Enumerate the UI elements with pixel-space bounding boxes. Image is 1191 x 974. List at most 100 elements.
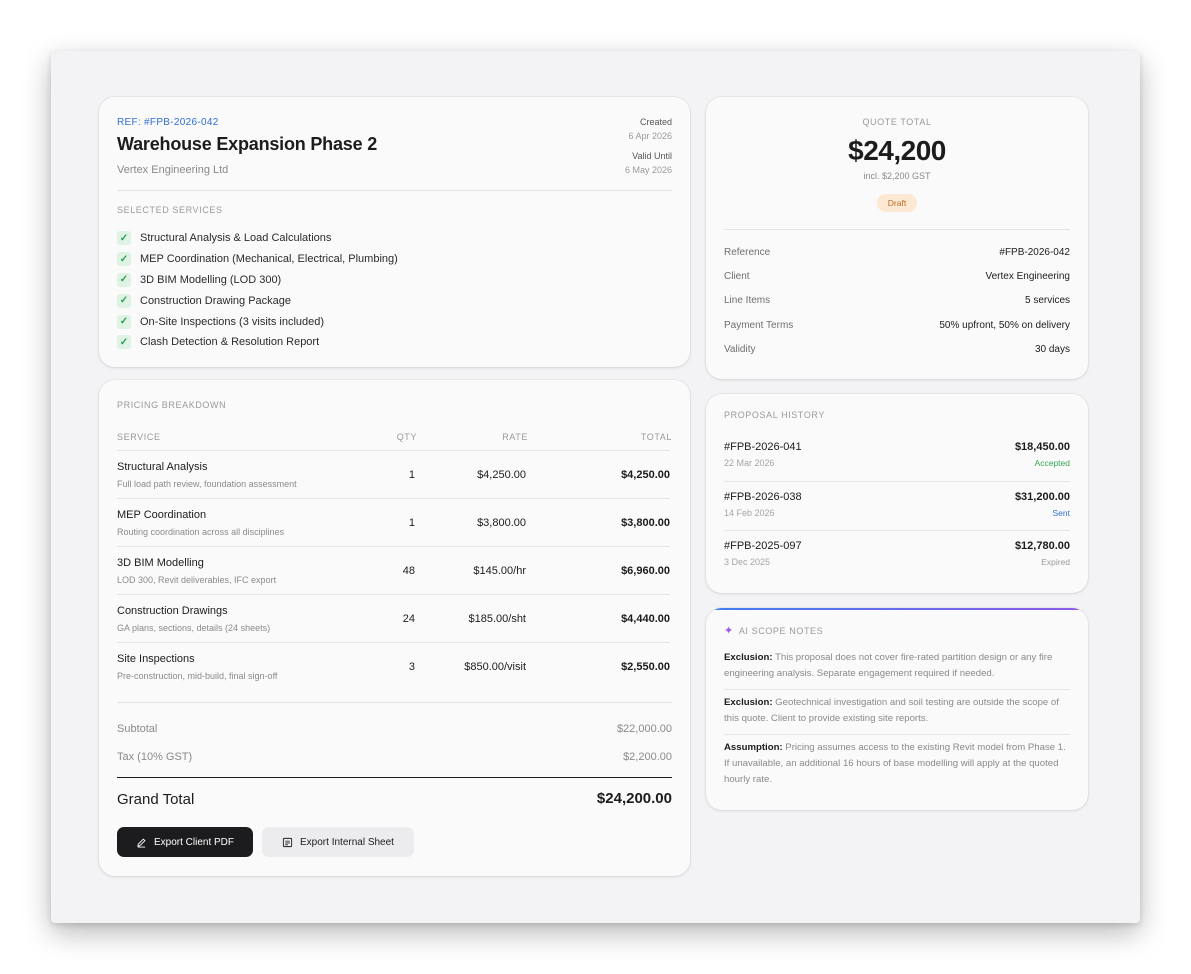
column-header-rate: RATE (502, 432, 528, 442)
subtotal-value: $22,000.00 (616, 723, 672, 735)
row-rate: $145.00/hr (473, 565, 526, 577)
history-status: Accepted (1034, 458, 1070, 468)
detail-label-line-items: Line Items (724, 295, 771, 306)
detail-label-validity: Validity (724, 344, 756, 355)
service-label: Clash Detection & Resolution Report (140, 336, 320, 349)
note-kind: Exclusion: (724, 697, 773, 708)
history-id: #FPB-2025-097 (724, 540, 802, 552)
scope-note: Exclusion: Geotechnical investigation an… (724, 695, 1070, 727)
note-text: Geotechnical investigation and soil test… (724, 697, 1059, 724)
history-id: #FPB-2026-038 (724, 491, 802, 503)
service-item[interactable]: ✓ On-Site Inspections (3 visits included) (117, 311, 398, 332)
row-qty: 1 (408, 517, 415, 529)
selected-services-label: SELECTED SERVICES (117, 205, 223, 215)
history-status: Sent (1052, 508, 1071, 518)
row-qty: 48 (402, 565, 415, 577)
sparkle-icon: ✦ (724, 625, 734, 637)
history-date: 14 Feb 2026 (724, 508, 775, 518)
divider (117, 702, 672, 703)
export-client-pdf-button[interactable]: Export Client PDF (117, 827, 253, 857)
row-total: $2,550.00 (621, 661, 670, 673)
service-item[interactable]: ✓ 3D BIM Modelling (LOD 300) (117, 270, 398, 291)
pencil-icon (137, 837, 146, 848)
client-name: Vertex Engineering Ltd (117, 164, 229, 176)
check-icon: ✓ (117, 272, 131, 287)
export-client-pdf-label: Export Client PDF (153, 836, 235, 848)
history-item[interactable]: #FPB-2026-041 22 Mar 2026 $18,450.00 Acc… (724, 434, 1070, 483)
tax-value: $2,200.00 (623, 751, 672, 763)
valid-until-date: 6 May 2026 (624, 165, 672, 175)
column-header-total: TOTAL (640, 432, 672, 442)
service-item[interactable]: ✓ Clash Detection & Resolution Report (117, 332, 398, 353)
table-row: Construction Drawings GA plans, sections… (117, 594, 670, 642)
row-service-desc: GA plans, sections, details (24 sheets) (117, 623, 271, 633)
history-item[interactable]: #FPB-2026-038 14 Feb 2026 $31,200.00 Sen… (724, 481, 1070, 530)
table-row: Structural Analysis Full load path revie… (117, 450, 670, 498)
row-rate: $4,250.00 (477, 469, 526, 481)
history-amount: $12,780.00 (1014, 540, 1070, 552)
divider (724, 689, 1070, 690)
detail-value-line-items: 5 services (1024, 295, 1070, 306)
ai-scope-notes-card: ✦ AI SCOPE NOTES Exclusion: This proposa… (706, 608, 1088, 810)
divider (117, 190, 672, 191)
proposal-history-card: PROPOSAL HISTORY #FPB-2026-041 22 Mar 20… (706, 394, 1088, 593)
detail-label-payment-terms: Payment Terms (724, 320, 794, 331)
service-item[interactable]: ✓ Construction Drawing Package (117, 290, 398, 311)
detail-value-client: Vertex Engineering (985, 271, 1070, 282)
ai-accent-bar (706, 608, 1088, 610)
service-label: Construction Drawing Package (140, 294, 292, 307)
row-service-desc: Pre-construction, mid-build, final sign-… (117, 671, 278, 681)
grand-total-label: Grand Total (117, 791, 195, 808)
row-service-name: Construction Drawings (117, 605, 228, 617)
history-date: 3 Dec 2025 (724, 557, 771, 567)
history-status: Expired (1041, 557, 1070, 567)
row-service-name: Site Inspections (117, 653, 195, 665)
total-divider (117, 777, 672, 778)
proposal-history-label: PROPOSAL HISTORY (724, 410, 825, 420)
service-item[interactable]: ✓ Structural Analysis & Load Calculations (117, 228, 398, 249)
valid-until-label: Valid Until (632, 151, 672, 161)
project-header-card: REF: #FPB-2026-042 Warehouse Expansion P… (99, 97, 690, 367)
row-qty: 3 (408, 661, 415, 673)
check-icon: ✓ (117, 252, 131, 267)
row-service-name: MEP Coordination (117, 509, 207, 521)
grand-total-value: $24,200.00 (596, 790, 672, 807)
row-qty: 24 (402, 613, 415, 625)
subtotal-label: Subtotal (117, 723, 158, 735)
quote-gst-note: incl. $2,200 GST (863, 171, 931, 181)
row-rate: $850.00/visit (464, 661, 526, 673)
tax-label: Tax (10% GST) (117, 751, 193, 763)
row-service-name: Structural Analysis (117, 461, 208, 473)
divider (724, 734, 1070, 735)
row-total: $6,960.00 (621, 565, 670, 577)
service-label: 3D BIM Modelling (LOD 300) (140, 273, 282, 286)
history-id: #FPB-2026-041 (724, 441, 802, 453)
row-service-name: 3D BIM Modelling (117, 557, 204, 569)
note-text: This proposal does not cover fire-rated … (724, 652, 1053, 679)
service-item[interactable]: ✓ MEP Coordination (Mechanical, Electrica… (117, 249, 398, 270)
table-row: Site Inspections Pre-construction, mid-b… (117, 642, 670, 690)
detail-value-reference: #FPB-2026-042 (999, 247, 1070, 258)
service-label: MEP Coordination (Mechanical, Electrical… (140, 253, 398, 266)
row-total: $3,800.00 (621, 517, 670, 529)
quote-total-label: QUOTE TOTAL (862, 117, 932, 127)
quote-total-card: QUOTE TOTAL $24,200 incl. $2,200 GST Dra… (706, 97, 1088, 379)
services-list: ✓ Structural Analysis & Load Calculations… (117, 228, 398, 353)
detail-label-client: Client (724, 271, 750, 282)
project-title: Warehouse Expansion Phase 2 (117, 134, 378, 154)
note-kind: Assumption: (724, 742, 783, 753)
export-internal-sheet-button[interactable]: Export Internal Sheet (262, 827, 414, 857)
pricing-breakdown-label: PRICING BREAKDOWN (117, 400, 227, 410)
reference-link[interactable]: REF: #FPB-2026-042 (117, 117, 219, 128)
history-date: 22 Mar 2026 (724, 458, 775, 468)
row-rate: $185.00/sht (468, 613, 527, 625)
pricing-breakdown-card: PRICING BREAKDOWN SERVICE QTY RATE TOTAL… (99, 380, 690, 876)
service-label: On-Site Inspections (3 visits included) (140, 315, 325, 328)
row-service-desc: Full load path review, foundation assess… (117, 479, 297, 489)
check-icon: ✓ (117, 314, 131, 329)
history-amount: $18,450.00 (1014, 441, 1070, 453)
status-badge: Draft (877, 194, 917, 212)
history-item[interactable]: #FPB-2025-097 3 Dec 2025 $12,780.00 Expi… (724, 530, 1070, 579)
scope-note: Assumption: Pricing assumes access to th… (724, 740, 1070, 788)
history-amount: $31,200.00 (1014, 491, 1070, 503)
